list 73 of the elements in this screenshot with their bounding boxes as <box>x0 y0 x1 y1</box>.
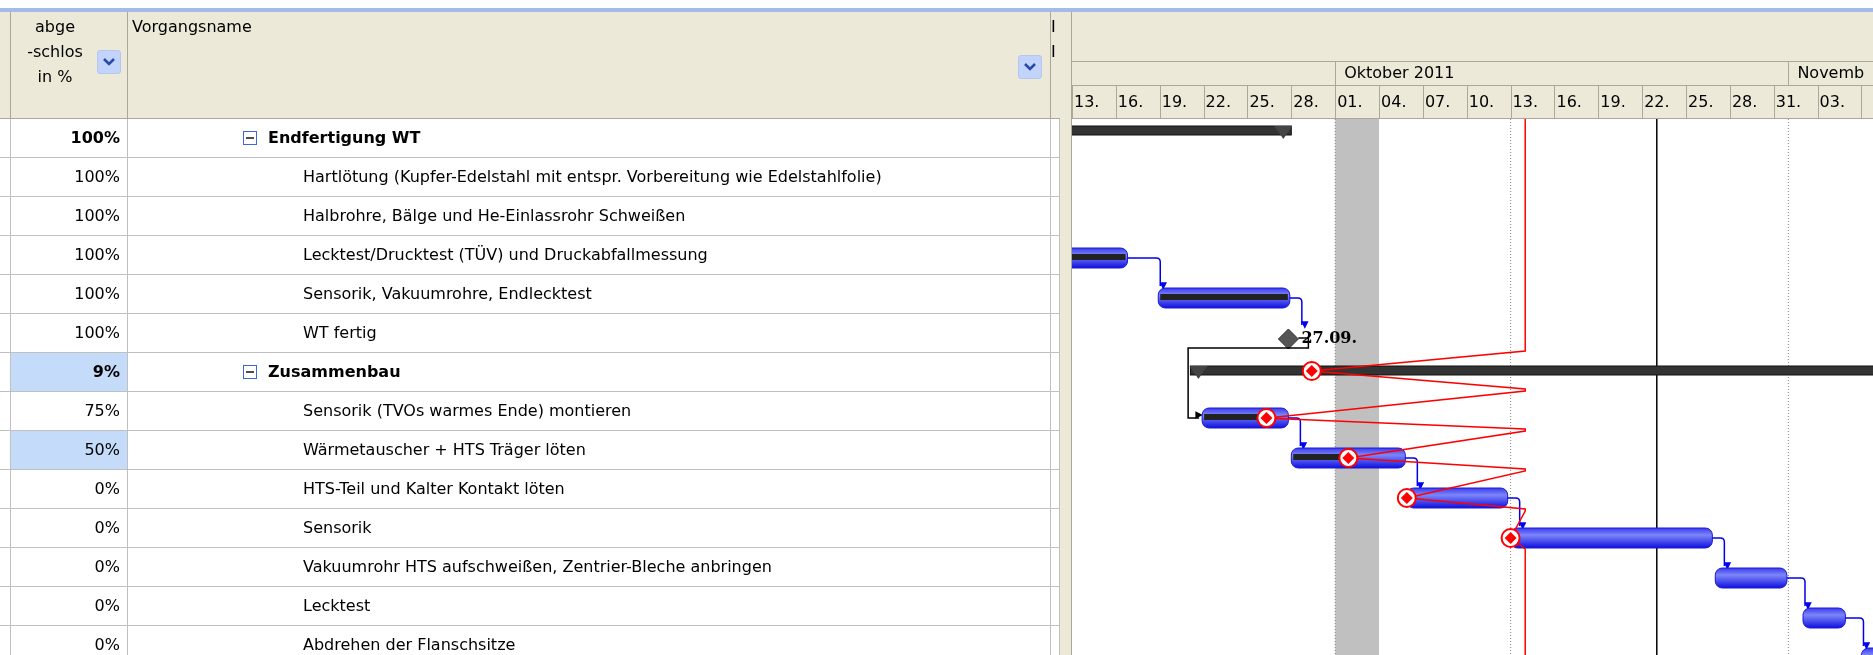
percent-cell: 0% <box>10 626 128 655</box>
percent-cell: 50% <box>10 431 128 469</box>
percent-cell: 100% <box>10 314 128 352</box>
task-name: Lecktest <box>303 595 371 617</box>
percent-cell: 100% <box>10 236 128 274</box>
task-name: Sensorik <box>303 517 372 539</box>
header-label: Vorgangsname <box>132 16 252 38</box>
dependency-arrow <box>1404 457 1425 490</box>
percent-cell: 75% <box>10 392 128 430</box>
task-name: Vakuumrohr HTS aufschweißen, Zentrier-Bleche anbringen <box>303 556 772 578</box>
day-label: 28. <box>1291 85 1336 119</box>
percent-cell: 0% <box>10 587 128 625</box>
day-label: 04. <box>1379 85 1423 119</box>
task-name: Abdrehen der Flanschsitze <box>303 634 516 655</box>
task-name: Sensorik, Vakuumrohre, Endlecktest <box>303 283 592 305</box>
task-name: Endfertigung WT <box>268 127 421 149</box>
milestone-date: 27.09. <box>1301 328 1358 347</box>
task-name: Wärmetauscher + HTS Träger löten <box>303 439 586 461</box>
task-name: WT fertig <box>303 322 377 344</box>
dependency-arrow <box>1711 537 1732 570</box>
day-label: 22. <box>1642 85 1687 119</box>
collapse-icon[interactable] <box>243 131 257 145</box>
header-label: I I <box>1051 16 1056 63</box>
day-label: 25. <box>1247 85 1292 119</box>
day-label: 13. <box>1510 85 1555 119</box>
task-bar <box>1072 247 1129 269</box>
milestone-marker <box>1277 328 1299 350</box>
dependency-arrow <box>1506 497 1527 530</box>
day-label: 19. <box>1598 85 1643 119</box>
task-name: Halbrohre, Bälge und He-Einlassrohr Schweißen <box>303 205 686 227</box>
day-label: 19. <box>1159 85 1204 119</box>
day-label: 07. <box>1422 85 1467 119</box>
percent-cell: 9% <box>10 353 128 391</box>
day-label: 16. <box>1554 85 1599 119</box>
day-label: 28. <box>1729 85 1774 119</box>
progress-marker <box>1256 408 1277 428</box>
progress-marker <box>1396 488 1417 508</box>
task-bar <box>1861 647 1873 655</box>
progress-marker <box>1301 361 1322 381</box>
day-label: 03. <box>1817 85 1862 119</box>
chevron-icon <box>102 57 116 67</box>
task-name: HTS-Teil und Kalter Kontakt löten <box>303 478 565 500</box>
dependency-arrow <box>1786 577 1812 610</box>
month-label: Novemb <box>1788 61 1873 85</box>
dependency-arrow <box>1126 257 1167 290</box>
progress-marker <box>1338 448 1359 468</box>
filter-button[interactable] <box>1018 55 1042 79</box>
percent-cell: 100% <box>10 119 128 157</box>
task-name: Lecktest/Drucktest (TÜV) und Druckabfallmessung <box>303 244 708 266</box>
task-bar <box>1802 607 1846 629</box>
month-label: Oktober 2011 <box>1335 61 1789 85</box>
task-name: Zusammenbau <box>268 361 401 383</box>
percent-cell: 0% <box>10 509 128 547</box>
day-label: 16. <box>1115 85 1160 119</box>
percent-cell: 0% <box>10 548 128 586</box>
header-label: abge -schlos in % <box>26 16 84 88</box>
percent-cell: 100% <box>10 275 128 313</box>
day-label: 25. <box>1686 85 1730 119</box>
chevron-icon <box>1023 62 1037 72</box>
day-label: 13. <box>1072 85 1116 119</box>
day-label: 31. <box>1773 85 1818 119</box>
day-label: 10. <box>1466 85 1511 119</box>
task-name: Sensorik (TVOs warmes Ende) montieren <box>303 400 632 422</box>
percent-cell: 100% <box>10 197 128 235</box>
task-name: Hartlötung (Kupfer-Edelstahl mit entspr. Vorbereitung wie Edelstahlfolie) <box>303 166 882 188</box>
percent-cell: 0% <box>10 470 128 508</box>
day-label: 22. <box>1203 85 1248 119</box>
progress-marker <box>1500 528 1521 548</box>
dependency-arrow <box>1289 297 1309 329</box>
percent-cell: 100% <box>10 158 128 196</box>
collapse-icon[interactable] <box>243 365 257 379</box>
filter-button[interactable] <box>97 50 121 74</box>
dependency-arrow <box>1844 617 1871 650</box>
